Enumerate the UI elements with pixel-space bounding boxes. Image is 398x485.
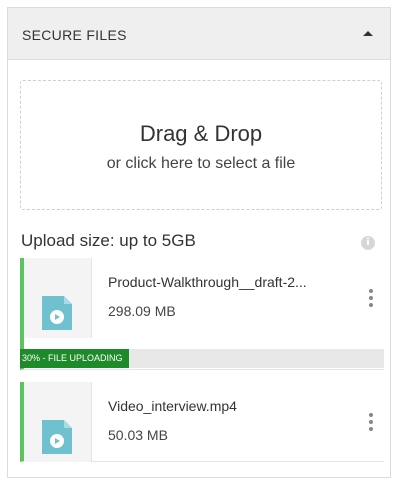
more-options-icon[interactable] <box>364 286 378 312</box>
drop-zone[interactable]: Drag & Drop or click here to select a fi… <box>20 80 382 210</box>
file-thumbnail <box>24 382 92 462</box>
video-file-icon <box>42 420 72 454</box>
file-name: Product-Walkthrough__draft-2... <box>108 274 307 290</box>
dropzone-title: Drag & Drop <box>139 121 263 146</box>
upload-size-label: Upload size: up to 5GB <box>21 231 196 250</box>
info-icon[interactable]: i <box>361 236 375 250</box>
chevron-up-icon[interactable] <box>356 22 380 46</box>
panel-title: SECURE FILES <box>22 27 127 43</box>
file-item[interactable]: Video_interview.mp4 50.03 MB <box>20 382 384 462</box>
dropzone-subtitle: or click here to select a file <box>106 155 296 172</box>
file-size: 50.03 MB <box>108 427 168 443</box>
secure-files-panel: SECURE FILES Drag & Drop or click here t… <box>7 7 391 478</box>
more-options-icon[interactable] <box>364 410 378 436</box>
file-thumbnail <box>24 258 92 338</box>
upload-progress-bar: 30% - FILE UPLOADING <box>20 349 384 368</box>
file-item[interactable]: Product-Walkthrough__draft-2... 298.09 M… <box>20 258 384 370</box>
video-file-icon <box>42 296 72 330</box>
file-size: 298.09 MB <box>108 303 176 319</box>
file-name: Video_interview.mp4 <box>108 398 237 414</box>
upload-progress-text: 30% - FILE UPLOADING <box>22 353 123 363</box>
panel-header[interactable]: SECURE FILES <box>8 8 390 60</box>
